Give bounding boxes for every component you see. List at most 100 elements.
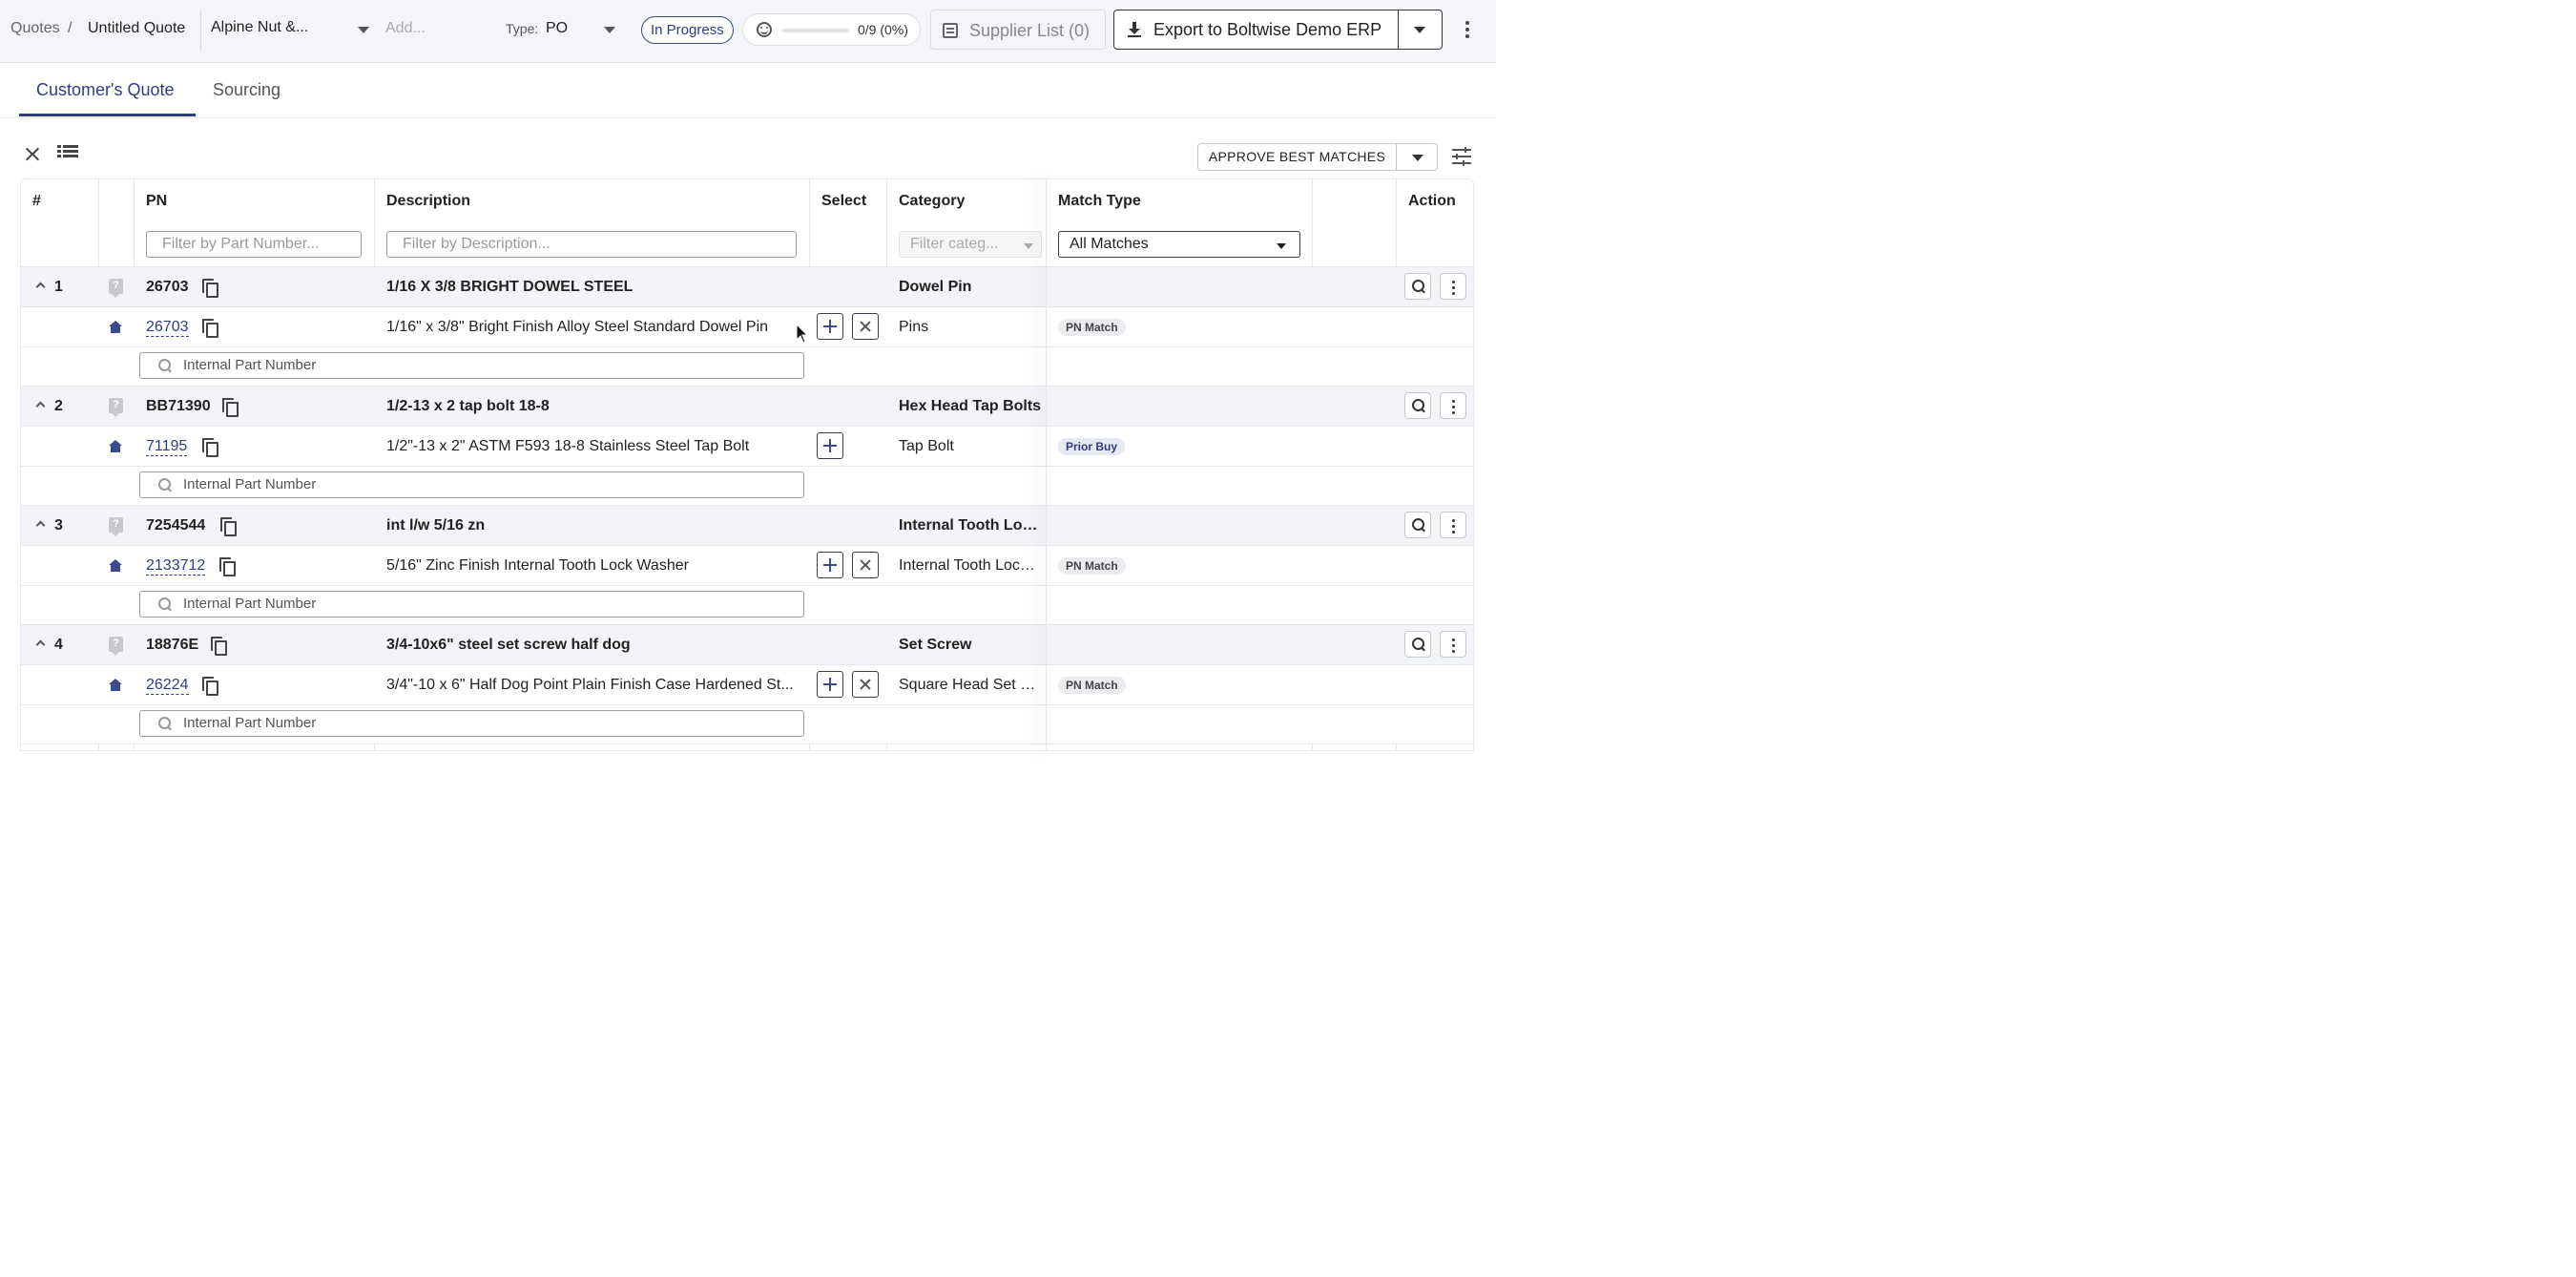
approve-best-matches-button[interactable]: APPROVE BEST MATCHES	[1197, 143, 1397, 171]
column-header-pn[interactable]: PN	[146, 193, 167, 210]
home-icon	[109, 321, 122, 333]
reject-match-button[interactable]	[852, 313, 879, 340]
matched-part-link[interactable]: 26224	[146, 677, 189, 695]
copy-icon[interactable]	[219, 557, 236, 576]
add-match-button[interactable]	[817, 313, 843, 340]
match-type-select[interactable]: All Matches	[1058, 231, 1300, 258]
match-type-badge: PN Match	[1058, 319, 1126, 336]
search-icon	[1412, 638, 1424, 650]
divider	[1398, 10, 1399, 49]
part-description: 1/16 X 3/8 BRIGHT DOWEL STEEL	[386, 279, 634, 295]
row-more-button[interactable]	[1440, 631, 1466, 658]
export-dropdown-chevron-icon[interactable]	[1414, 27, 1425, 33]
copy-icon[interactable]	[222, 398, 239, 417]
chevron-down-icon	[1024, 243, 1033, 249]
internal-part-search-input[interactable]: Internal Part Number	[139, 352, 804, 379]
chevron-down-icon	[1277, 243, 1286, 249]
matched-part-link[interactable]: 2133712	[146, 557, 206, 576]
collapse-all-icon[interactable]	[25, 144, 40, 163]
chevron-up-icon[interactable]	[35, 401, 46, 411]
type-select[interactable]: PO	[546, 20, 568, 37]
copy-icon[interactable]	[211, 637, 227, 656]
add-input[interactable]: Add...	[385, 20, 426, 37]
copy-icon[interactable]	[202, 438, 218, 457]
export-button[interactable]: Export to Boltwise Demo ERP	[1113, 10, 1443, 50]
quote-title[interactable]: Untitled Quote	[88, 20, 185, 37]
search-placeholder: Internal Part Number	[183, 476, 317, 492]
search-icon	[158, 717, 171, 729]
search-match-button[interactable]	[1404, 631, 1431, 658]
part-group-row[interactable]: 4 ? 18876E 3/4-10x6" steel set screw hal…	[21, 625, 1473, 665]
help-icon: ?	[109, 279, 123, 298]
approve-dropdown-chevron-icon[interactable]	[1396, 143, 1438, 171]
filter-row: Filter by Part Number... Filter by Descr…	[21, 223, 1473, 267]
reject-match-button[interactable]	[852, 671, 879, 698]
part-description: 1/2-13 x 2 tap bolt 18-8	[386, 398, 550, 414]
copy-icon[interactable]	[220, 517, 237, 536]
category-filter-select[interactable]: Filter categ...	[899, 231, 1042, 258]
search-icon	[158, 478, 171, 491]
internal-part-search-row: Internal Part Number	[21, 705, 1473, 744]
part-category: Set Screw	[899, 637, 972, 653]
copy-icon[interactable]	[202, 319, 218, 338]
column-header-category[interactable]: Category	[899, 193, 965, 210]
active-tab-indicator	[19, 114, 196, 116]
table-header: # PN Description Select Category Match T…	[21, 179, 1473, 223]
search-match-button[interactable]	[1404, 512, 1431, 538]
match-type-select-value: All Matches	[1070, 236, 1149, 252]
part-group-row[interactable]: 2 ? BB71390 1/2-13 x 2 tap bolt 18-8 Hex…	[21, 387, 1473, 427]
row-more-button[interactable]	[1440, 273, 1466, 300]
row-more-button[interactable]	[1440, 392, 1466, 419]
reject-match-button[interactable]	[852, 552, 879, 578]
copy-icon[interactable]	[202, 279, 218, 298]
match-type-badge: PN Match	[1058, 677, 1126, 694]
customer-select[interactable]: Alpine Nut &...	[211, 19, 308, 36]
row-more-button[interactable]	[1440, 512, 1466, 538]
match-row: 2133712 5/16" Zinc Finish Internal Tooth…	[21, 546, 1473, 586]
column-header-select: Select	[821, 193, 867, 209]
progress-bar	[782, 29, 849, 32]
search-match-button[interactable]	[1404, 273, 1431, 300]
description-filter-input[interactable]: Filter by Description...	[386, 231, 797, 258]
home-icon	[109, 559, 122, 572]
supplier-list-button[interactable]: Supplier List (0)	[930, 10, 1106, 50]
matched-part-link[interactable]: 71195	[146, 438, 188, 456]
chevron-down-icon[interactable]	[604, 27, 615, 33]
column-header-match-type[interactable]: Match Type	[1058, 193, 1141, 210]
internal-part-search-input[interactable]: Internal Part Number	[139, 471, 804, 498]
chevron-up-icon[interactable]	[35, 520, 46, 531]
matched-part-link[interactable]: 26703	[146, 319, 189, 337]
part-group-row[interactable]: 3 ? 7254544 int l/w 5/16 zn Internal Too…	[21, 506, 1473, 546]
internal-part-search-row: Internal Part Number	[21, 467, 1473, 506]
search-placeholder: Internal Part Number	[183, 357, 317, 373]
column-header-description[interactable]: Description	[386, 193, 470, 210]
chevron-down-icon[interactable]	[358, 27, 369, 33]
search-icon	[1412, 280, 1424, 292]
chevron-up-icon[interactable]	[35, 639, 46, 650]
quote-table: # PN Description Select Category Match T…	[20, 178, 1474, 751]
copy-icon[interactable]	[202, 677, 218, 696]
download-icon	[1128, 22, 1141, 37]
breadcrumb-quotes-link[interactable]: Quotes	[10, 20, 60, 37]
list-view-icon[interactable]	[57, 145, 78, 162]
tune-settings-icon[interactable]	[1452, 147, 1471, 166]
internal-part-search-input[interactable]: Internal Part Number	[139, 591, 804, 618]
part-group-row[interactable]: 1 ? 26703 1/16 X 3/8 BRIGHT DOWEL STEEL …	[21, 267, 1473, 307]
help-icon: ?	[109, 637, 123, 656]
search-icon	[1412, 518, 1424, 531]
match-row: 26703 1/16" x 3/8" Bright Finish Alloy S…	[21, 307, 1473, 347]
add-match-button[interactable]	[817, 552, 843, 578]
internal-part-search-input[interactable]: Internal Part Number	[139, 710, 804, 737]
tab-customers-quote[interactable]: Customer's Quote	[36, 80, 175, 100]
chevron-up-icon[interactable]	[35, 282, 46, 292]
matched-part-category: Tap Bolt	[899, 438, 954, 454]
column-header-action: Action	[1408, 193, 1456, 209]
list-icon	[943, 23, 958, 38]
tab-sourcing[interactable]: Sourcing	[213, 80, 280, 100]
add-match-button[interactable]	[817, 671, 843, 698]
pn-filter-input[interactable]: Filter by Part Number...	[146, 231, 362, 258]
more-vert-icon[interactable]	[1462, 21, 1473, 40]
add-match-button[interactable]	[817, 432, 843, 459]
status-badge[interactable]: In Progress	[641, 16, 734, 44]
search-match-button[interactable]	[1404, 392, 1431, 419]
